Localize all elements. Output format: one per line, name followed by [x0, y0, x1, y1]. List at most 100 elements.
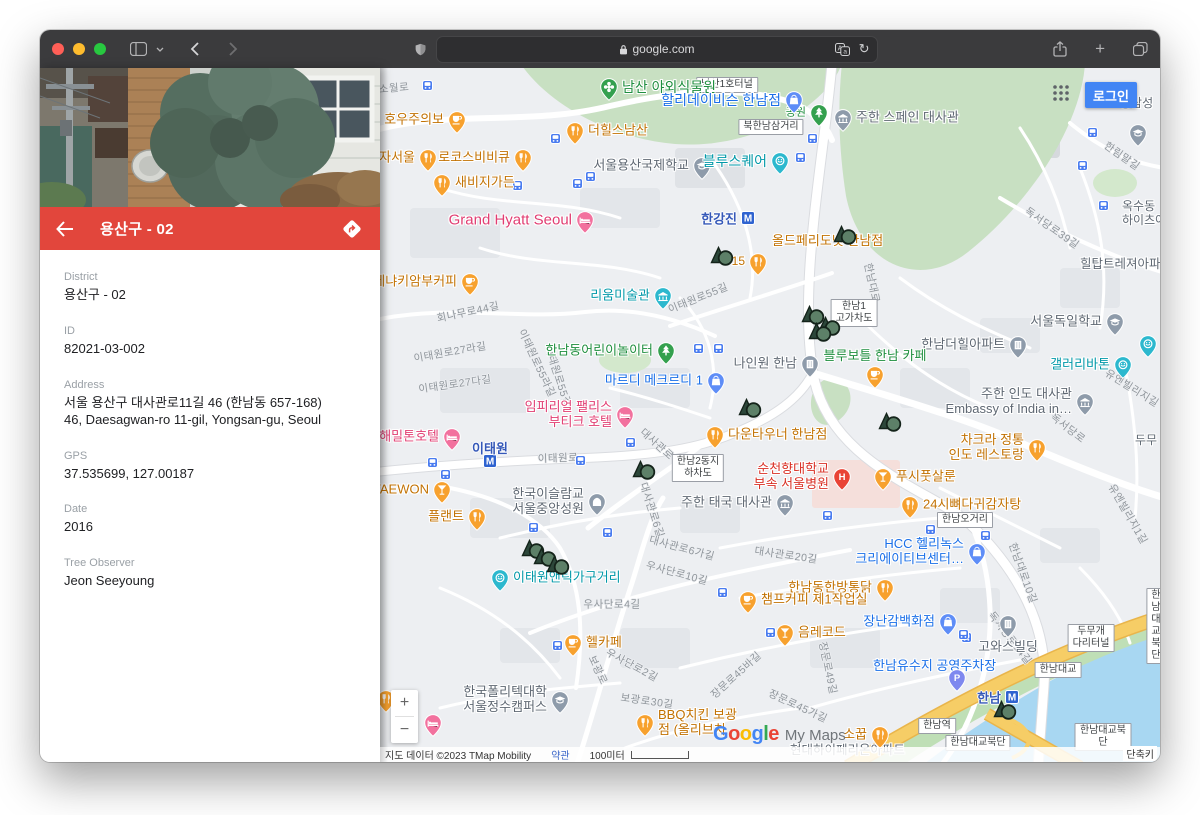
privacy-shield-icon[interactable] — [414, 42, 427, 57]
poi-soonchunhyang-hospital[interactable]: H순천향대학교 부속 서울병원 — [833, 468, 851, 491]
tab-overview-icon[interactable] — [1133, 42, 1148, 56]
back-button[interactable] — [190, 42, 199, 56]
bus-stop-icon — [625, 435, 636, 446]
poi-mija-seoul[interactable]: 미자서울 — [419, 149, 437, 172]
google-logo-letter: G — [713, 723, 728, 745]
field-tree-observer: Tree ObserverJeon Seeyoung — [64, 557, 356, 590]
poi-hou-juuibo-cafe[interactable]: 호우주의보 — [448, 111, 466, 134]
minimize-window-button[interactable] — [73, 43, 85, 55]
poi-gallery-baton[interactable]: 갤러리바톤 — [1114, 356, 1132, 379]
poi-leeum-museum[interactable]: 리움미술관 — [654, 287, 672, 310]
terms-link[interactable]: 약관 — [551, 747, 569, 762]
poi-seoul-central-mosque[interactable]: 한국이슬람교 서울중앙성원 — [588, 493, 606, 516]
poi-eum-record[interactable]: 음레코드 — [776, 624, 794, 647]
poi-school-northeast[interactable] — [1129, 124, 1147, 147]
poi-the-hills-namsan[interactable]: 더힐스남산 — [566, 122, 584, 145]
translate-icon[interactable]: Aa — [835, 43, 850, 56]
metro-station-1[interactable]: M한강진 — [741, 211, 755, 230]
reload-icon[interactable]: ↻ — [859, 41, 870, 57]
poi-blue-square[interactable]: 블루스퀘어 — [771, 152, 789, 175]
tree-observation-marker[interactable] — [807, 319, 833, 348]
poi-blue-bottle-hannam[interactable]: 블루보틀 한남 카페 — [866, 366, 884, 389]
poi-hell-cafe[interactable]: 헬카페 — [564, 634, 582, 657]
poi-restaurant-fragment-15[interactable]: 15 — [749, 253, 767, 276]
poi-toy-dept-store[interactable]: 장난감백화점 — [939, 613, 957, 636]
poi-mardi-mercredi[interactable]: 마르디 메크르디 1 — [707, 372, 725, 395]
login-button[interactable]: 로그인 — [1085, 82, 1137, 108]
bus-stop-icon — [440, 467, 451, 478]
poi-harley-davidson-hannam[interactable]: 할리데이비슨 한남점 — [785, 91, 803, 114]
share-icon[interactable] — [1053, 41, 1067, 58]
poi-kenya-kiambu-coffee[interactable]: 케냐키암부커피 — [461, 273, 479, 296]
poi-nine-one-hannam[interactable]: 나인원 한남 — [801, 355, 819, 378]
poi-hotel-sw-edge[interactable] — [424, 714, 442, 737]
fullscreen-window-button[interactable] — [94, 43, 106, 55]
poi-chakraa-restaurant[interactable]: 차크라 정통 인도 레스토랑 — [1028, 439, 1046, 462]
poi-bbq-chicken-bogwang[interactable]: BBQ치킨 보광 점 (올리브치 — [636, 714, 654, 737]
poi-imperial-palace-hotel[interactable]: 임피리얼 팰리스 부티크 호텔 — [616, 406, 634, 429]
poi-gallery-ne-edge[interactable] — [1139, 335, 1157, 358]
poi-india-embassy[interactable]: 주한 인도 대사관 Embassy of India in… — [1076, 393, 1094, 416]
bus-stop-icon — [765, 625, 776, 636]
new-tab-button[interactable]: + — [1095, 39, 1105, 59]
poi-namsan-outdoor-garden[interactable]: 남산 야외식물원 — [600, 78, 618, 101]
chevron-down-icon[interactable] — [156, 47, 164, 52]
poi-champ-coffee[interactable]: 챔프커피 제1작업실 — [739, 591, 757, 614]
google-apps-grid-icon[interactable] — [1052, 84, 1070, 107]
poi-downtowner-hannam[interactable]: 다운타우너 한남점 — [706, 426, 724, 449]
road-label-18: 유엔빌리지1길 — [1105, 481, 1152, 547]
poi-pussyfoot-saloon[interactable]: 푸시풋살룬 — [874, 468, 892, 491]
poi-locos-bbq[interactable]: 로코스비비큐 — [514, 149, 532, 172]
poi-hamilton-hotel[interactable]: 해밀톤호텔 — [443, 428, 461, 451]
poi-hannam-tongdak[interactable]: 한남동한방통닭 — [876, 579, 894, 602]
tree-observation-marker[interactable] — [877, 409, 903, 438]
tree-observation-marker[interactable] — [545, 552, 571, 581]
boxed-label-6: 한남대교 — [1035, 662, 1082, 678]
poi-gamjatang-24h[interactable]: 24시뼈다귀감자탕 — [901, 496, 919, 519]
directions-icon[interactable] — [340, 217, 364, 241]
google-logo-letter: o — [740, 723, 752, 745]
forward-button[interactable] — [229, 42, 238, 56]
back-arrow-icon[interactable] — [56, 221, 74, 237]
tree-observation-marker[interactable] — [832, 222, 858, 251]
poi-sokkup[interactable]: 소꿉 — [871, 726, 889, 749]
poi-hannam-playground[interactable]: 한남동어린이놀이터 — [657, 342, 675, 365]
poi-savage-garden[interactable]: 새비지가든 — [433, 174, 451, 197]
poi-label-korea-polytechnic: 한국폴리텍대학 서울정수캠퍼스 — [463, 685, 547, 715]
poi-itaewon-antique-street[interactable]: 이태원앤틱가구거리 — [491, 569, 509, 592]
poi-korea-polytechnic[interactable]: 한국폴리텍대학 서울정수캠퍼스 — [551, 691, 569, 714]
bus-stop-icon — [528, 520, 539, 531]
poi-gongwon-park[interactable]: 공원 — [810, 104, 828, 127]
poi-hannam-the-hill[interactable]: 한남더힐아파트 — [1009, 336, 1027, 359]
poi-hannam-parking[interactable]: P — [948, 669, 966, 692]
poi-german-school-seoul[interactable]: 서울독일학교 — [1106, 313, 1124, 336]
poi-spain-embassy[interactable]: 주한 스페인 대사관 — [834, 109, 852, 132]
tree-observation-marker[interactable] — [992, 697, 1018, 726]
field-value: 서울 용산구 대사관로11길 46 (한남동 657-168) 46, Daes… — [64, 395, 356, 429]
tree-observation-marker[interactable] — [709, 243, 735, 272]
url-field[interactable]: google.com Aa ↻ — [436, 36, 878, 63]
zoom-out-button[interactable]: − — [391, 717, 418, 743]
poi-hcc-helinox[interactable]: HCC 헬리녹스 크리에이티브센터… — [968, 543, 986, 566]
keyboard-shortcuts-link[interactable]: 단축키 — [1123, 746, 1157, 761]
poi-grand-hyatt-seoul[interactable]: Grand Hyatt Seoul — [576, 211, 594, 234]
tree-observation-marker[interactable] — [737, 395, 763, 424]
tree-observation-marker[interactable] — [631, 457, 657, 486]
map-area[interactable]: 남산 야외식물원공원 할리데이비슨 한남점호우주의보 더힐스남산미자서울 로코스비비큐… — [380, 68, 1160, 762]
sidebar-toggle-icon[interactable] — [130, 42, 147, 56]
poi-gowas-building[interactable]: 고와스빌딩 — [999, 615, 1017, 638]
poi-plant-restaurant[interactable]: 플랜트 — [468, 508, 486, 531]
poi-label-hamilton-hotel: 해밀톤호텔 — [380, 430, 439, 445]
field-district: District용산구 - 02 — [64, 271, 356, 304]
map-data-credit: 지도 데이터 ©2023 TMap Mobility — [385, 747, 531, 762]
zoom-in-button[interactable]: + — [391, 690, 418, 716]
field-label: District — [64, 271, 356, 283]
poi-label-eum-record: 음레코드 — [798, 626, 846, 641]
map-text-old-ferry-donut: 올드페리도넛 한남점 — [772, 233, 883, 248]
poi-thai-embassy[interactable]: 주한 태국 대사관 — [776, 494, 794, 517]
close-window-button[interactable] — [52, 43, 64, 55]
field-value: 82021-03-002 — [64, 341, 356, 358]
metro-station-2[interactable]: M이태원 — [483, 454, 497, 473]
poi-itaewon-bar[interactable]: ITAEWON — [433, 481, 451, 504]
google-my-maps-logo[interactable]: Google My Maps — [713, 723, 846, 746]
